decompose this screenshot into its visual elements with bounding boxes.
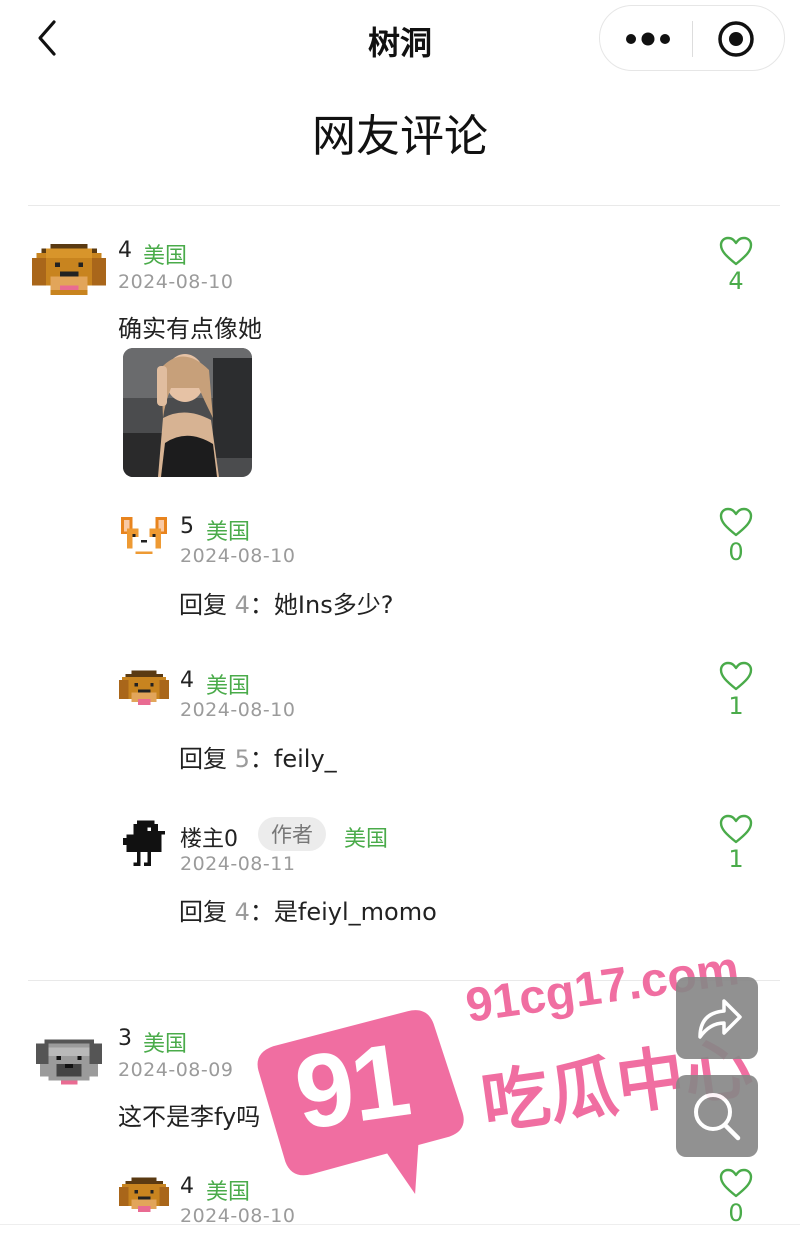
reply-separator: ：: [249, 591, 274, 619]
reply-location: 美国: [206, 674, 251, 699]
like-count: 1: [728, 692, 744, 720]
reply-text-line: 回复 4：她Ins多少?: [179, 585, 393, 620]
bottom-divider: [0, 1224, 800, 1225]
share-arrow-icon: [698, 999, 742, 1039]
reply-author[interactable]: 4: [180, 668, 194, 693]
reply-author[interactable]: 楼主0: [180, 821, 238, 853]
bird-avatar[interactable]: [123, 820, 165, 866]
like-count: 1: [728, 845, 744, 873]
reply-target[interactable]: 5: [235, 745, 250, 773]
corgi-avatar[interactable]: [121, 517, 167, 557]
reply-separator: ：: [249, 745, 274, 773]
reply-location: 美国: [344, 827, 389, 852]
share-button[interactable]: [676, 977, 758, 1059]
author-badge: 作者: [258, 817, 326, 851]
comment-date: 2024-08-09: [118, 1059, 234, 1081]
reply-target[interactable]: 4: [235, 898, 250, 926]
reply-author[interactable]: 4: [180, 1174, 194, 1199]
reply-prefix: 回复: [179, 591, 227, 619]
reply-text-line: 回复 5：feily_: [179, 739, 337, 774]
more-dots-icon[interactable]: [622, 22, 674, 56]
reply-target[interactable]: 4: [235, 591, 250, 619]
capsule-divider: [692, 21, 693, 57]
comment-location: 美国: [143, 244, 188, 269]
reply-text: 她Ins多少?: [273, 591, 394, 619]
search-icon: [694, 1093, 741, 1141]
like-button[interactable]: 1: [716, 661, 756, 720]
comment-text: 这不是李fy吗: [118, 1103, 261, 1131]
like-button[interactable]: 4: [716, 236, 756, 295]
like-button[interactable]: 0: [716, 1168, 756, 1227]
reply-text: 是feiyl_momo: [273, 898, 437, 926]
heart-icon: [719, 507, 753, 537]
navigation-bar: 树洞: [0, 0, 800, 80]
comment-location: 美国: [143, 1032, 188, 1057]
reply-author[interactable]: 5: [180, 514, 194, 539]
dog-avatar[interactable]: [119, 670, 169, 712]
mini-program-capsule: [599, 5, 785, 71]
reply-date: 2024-08-10: [180, 545, 296, 567]
comment-divider: [28, 980, 780, 981]
reply-prefix: 回复: [179, 745, 227, 773]
dog-avatar[interactable]: [32, 243, 106, 305]
heart-icon: [719, 814, 753, 844]
search-button[interactable]: [676, 1075, 758, 1157]
section-title: 网友评论: [312, 111, 488, 162]
comment-photo[interactable]: [123, 348, 252, 477]
reply-location: 美国: [206, 1180, 251, 1205]
reply-text: feily_: [273, 745, 337, 773]
comment-author[interactable]: 4: [118, 238, 132, 263]
like-button[interactable]: 0: [716, 507, 756, 566]
reply-separator: ：: [249, 898, 274, 926]
target-circle-icon[interactable]: [716, 19, 756, 59]
like-count: 4: [728, 267, 744, 295]
heart-icon: [719, 236, 753, 266]
reply-date: 2024-08-10: [180, 699, 296, 721]
reply-date: 2024-08-11: [180, 853, 296, 875]
like-button[interactable]: 1: [716, 814, 756, 873]
photo-image: [123, 348, 252, 477]
pug-avatar[interactable]: [36, 1035, 102, 1093]
reply-location: 美国: [206, 520, 251, 545]
watermark-number: 91: [288, 1021, 416, 1153]
comment-date: 2024-08-10: [118, 271, 234, 293]
dog-avatar[interactable]: [119, 1177, 169, 1219]
reply-text-line: 回复 4：是feiyl_momo: [179, 892, 437, 927]
comment-text: 确实有点像她: [118, 315, 262, 343]
heart-icon: [719, 661, 753, 691]
like-count: 0: [728, 1199, 744, 1227]
section-divider: [28, 205, 780, 206]
comment-author[interactable]: 3: [118, 1026, 132, 1051]
heart-icon: [719, 1168, 753, 1198]
like-count: 0: [728, 538, 744, 566]
reply-prefix: 回复: [179, 898, 227, 926]
